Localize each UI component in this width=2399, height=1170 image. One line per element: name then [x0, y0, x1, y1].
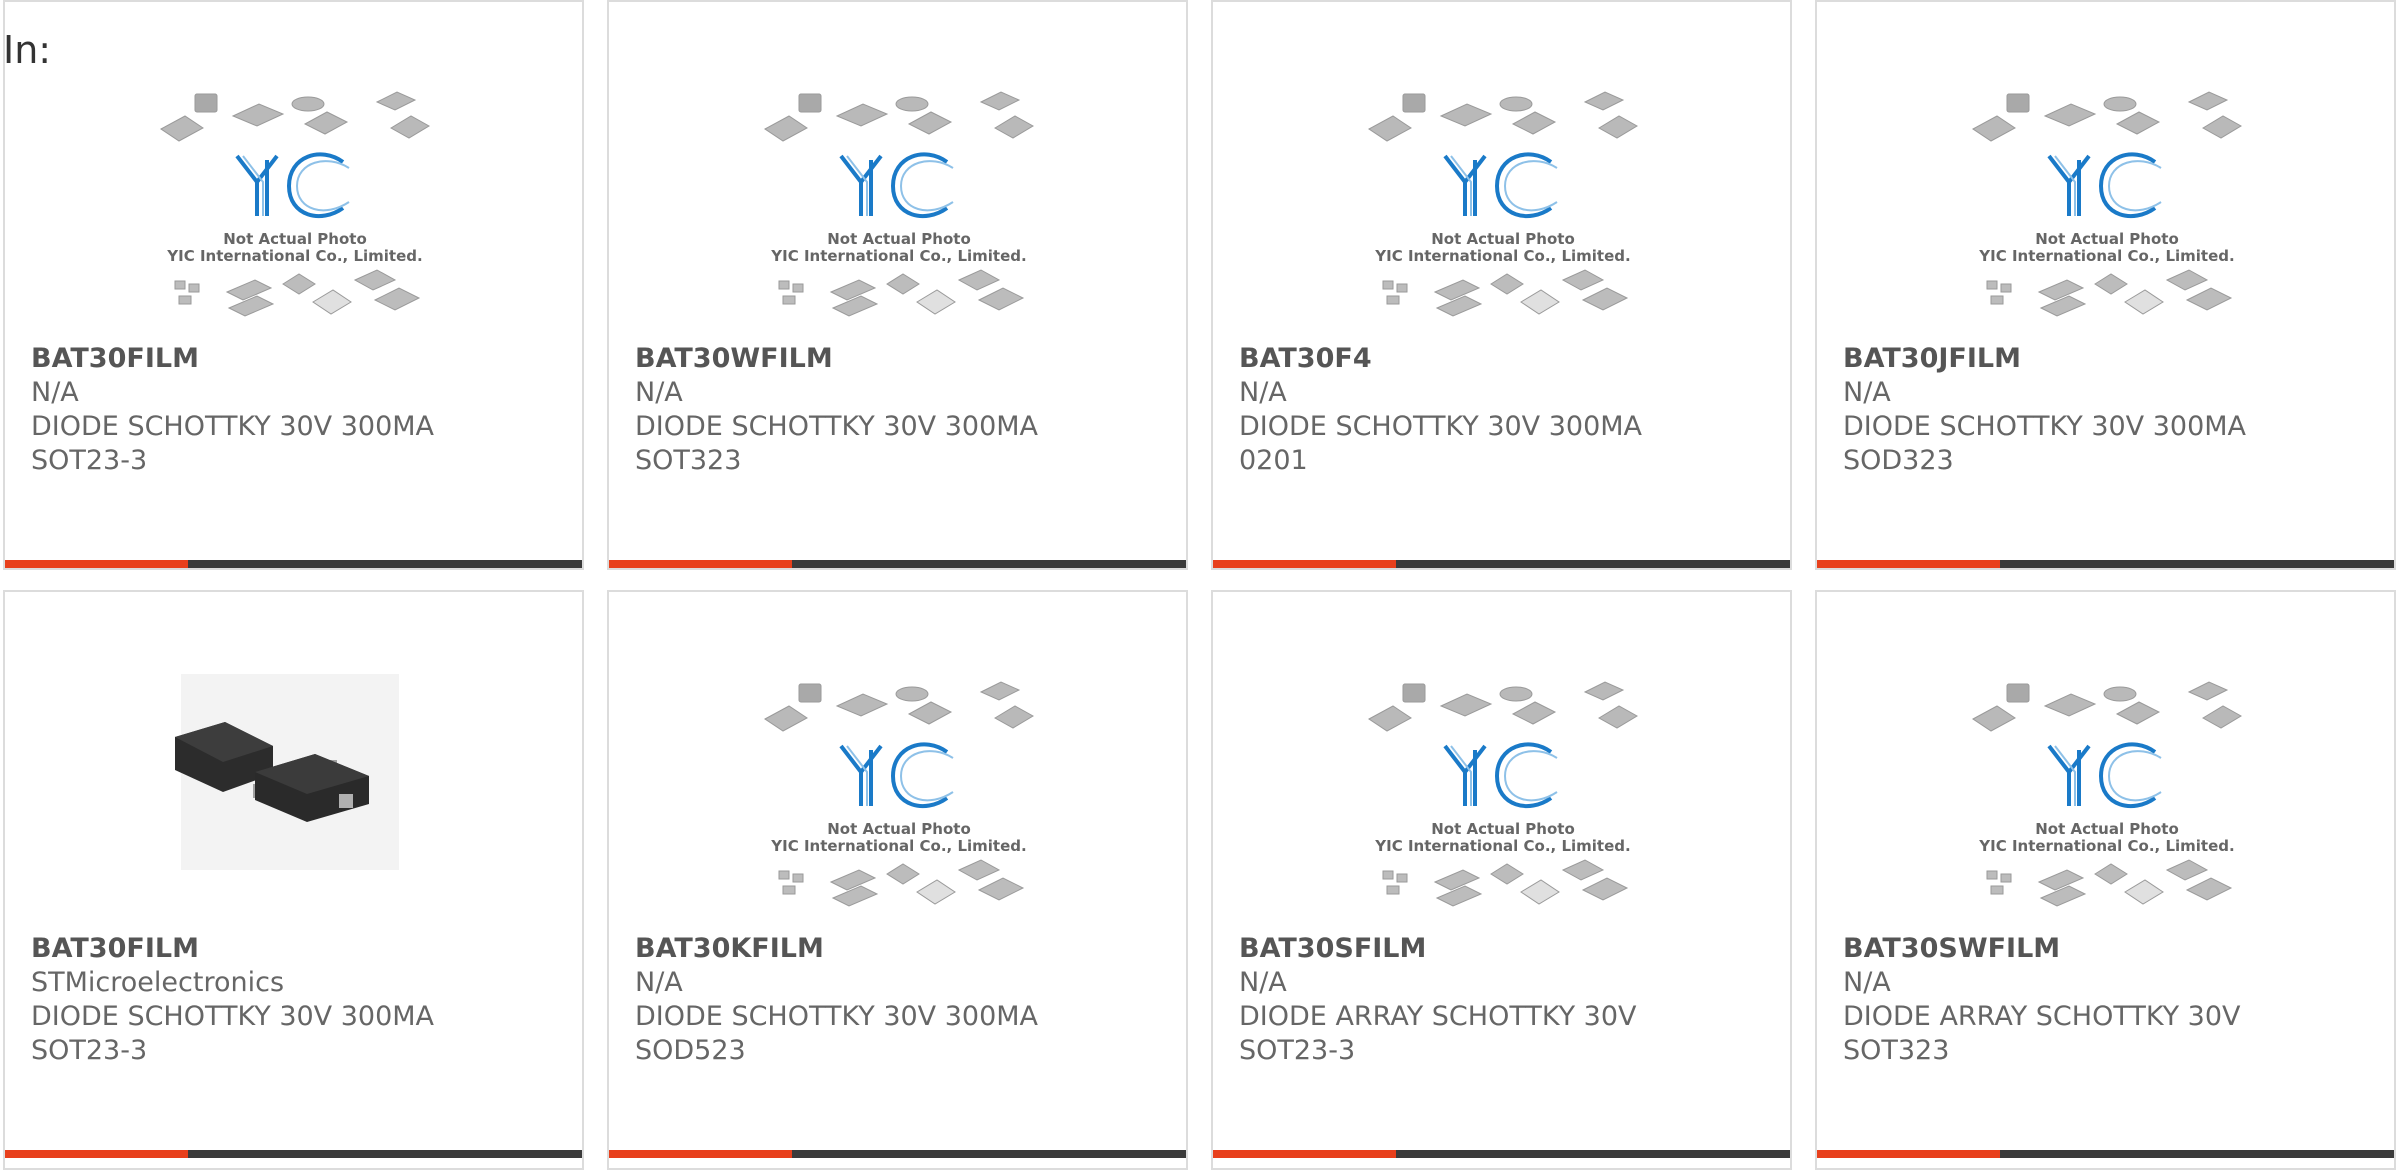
- product-grid: Not Actual Photo YIC International Co., …: [0, 0, 2399, 1170]
- not-actual-photo-placeholder[interactable]: Not Actual Photo YIC International Co., …: [155, 84, 435, 334]
- card-accent-bar: [1213, 1150, 1396, 1158]
- not-actual-photo-placeholder[interactable]: Not Actual Photo YIC International Co., …: [1363, 674, 1643, 924]
- product-card[interactable]: BAT30FILM STMicroelectronics DIODE SCHOTTK…: [3, 590, 584, 1170]
- card-accent-bar: [1817, 1150, 2000, 1158]
- description: DIODE ARRAY SCHOTTKY 30V: [1843, 1001, 2241, 1032]
- card-bottom-bar: [1213, 560, 1790, 568]
- part-number[interactable]: BAT30WFILM: [635, 342, 1176, 376]
- manufacturer: N/A: [31, 377, 79, 408]
- description: DIODE SCHOTTKY 30V 300MA: [31, 411, 435, 442]
- not-actual-photo-placeholder[interactable]: Not Actual Photo YIC International Co., …: [1967, 84, 2247, 334]
- svg-text:Not Actual Photo: Not Actual Photo: [827, 820, 971, 838]
- package: SOT23-3: [1239, 1035, 1356, 1066]
- filter-in-label: In:: [3, 28, 52, 72]
- manufacturer: N/A: [1843, 967, 1891, 998]
- product-info: BAT30SWFILM N/A DIODE ARRAY SCHOTTKY 30V SO…: [1843, 932, 2384, 1068]
- card-accent-bar: [609, 1150, 792, 1158]
- part-number[interactable]: BAT30FILM: [31, 932, 572, 966]
- manufacturer: N/A: [635, 377, 683, 408]
- package: 0201: [1239, 445, 1308, 476]
- svg-text:Not Actual Photo: Not Actual Photo: [1431, 820, 1575, 838]
- description: DIODE SCHOTTKY 30V 300MA: [31, 1001, 435, 1032]
- card-accent-bar: [1817, 560, 2000, 568]
- card-bottom-bar: [1817, 560, 2394, 568]
- manufacturer: N/A: [1239, 377, 1287, 408]
- card-accent-bar: [5, 1150, 188, 1158]
- part-number[interactable]: BAT30SWFILM: [1843, 932, 2384, 966]
- manufacturer: STMicroelectronics: [31, 967, 285, 998]
- svg-text:Not Actual Photo: Not Actual Photo: [2035, 230, 2179, 248]
- package: SOT323: [635, 445, 742, 476]
- product-photo[interactable]: [155, 674, 435, 924]
- product-card[interactable]: Not Actual Photo YIC International Co., …: [1815, 0, 2396, 570]
- part-number[interactable]: BAT30SFILM: [1239, 932, 1780, 966]
- not-actual-photo-placeholder[interactable]: Not Actual Photo YIC International Co., …: [759, 674, 1039, 924]
- package: SOT23-3: [31, 445, 148, 476]
- card-bottom-bar: [5, 560, 582, 568]
- manufacturer: N/A: [1843, 377, 1891, 408]
- manufacturer: N/A: [635, 967, 683, 998]
- card-bottom-bar: [1213, 1150, 1790, 1158]
- card-accent-bar: [5, 560, 188, 568]
- card-bottom-bar: [5, 1150, 582, 1158]
- svg-text:YIC International Co., Limited: YIC International Co., Limited.: [770, 247, 1026, 265]
- svg-text:YIC International Co., Limited: YIC International Co., Limited.: [166, 247, 422, 265]
- card-bottom-bar: [1817, 1150, 2394, 1158]
- product-card[interactable]: Not Actual Photo YIC International Co., …: [607, 590, 1188, 1170]
- svg-text:YIC International Co., Limited: YIC International Co., Limited.: [1374, 837, 1630, 855]
- manufacturer: N/A: [1239, 967, 1287, 998]
- card-bottom-bar: [609, 1150, 1186, 1158]
- card-bottom-bar: [609, 560, 1186, 568]
- card-accent-bar: [1213, 560, 1396, 568]
- package: SOT23-3: [31, 1035, 148, 1066]
- product-card[interactable]: Not Actual Photo YIC International Co., …: [1211, 0, 1792, 570]
- product-info: BAT30FILM N/A DIODE SCHOTTKY 30V 300MA SOT2…: [31, 342, 572, 478]
- description: DIODE SCHOTTKY 30V 300MA: [635, 1001, 1039, 1032]
- product-card[interactable]: Not Actual Photo YIC International Co., …: [3, 0, 584, 570]
- not-actual-photo-placeholder[interactable]: Not Actual Photo YIC International Co., …: [1363, 84, 1643, 334]
- part-number[interactable]: BAT30JFILM: [1843, 342, 2384, 376]
- part-number[interactable]: BAT30KFILM: [635, 932, 1176, 966]
- svg-text:Not Actual Photo: Not Actual Photo: [1431, 230, 1575, 248]
- svg-text:YIC International Co., Limited: YIC International Co., Limited.: [1978, 837, 2234, 855]
- product-info: BAT30SFILM N/A DIODE ARRAY SCHOTTKY 30V SOT…: [1239, 932, 1780, 1068]
- svg-text:YIC International Co., Limited: YIC International Co., Limited.: [1978, 247, 2234, 265]
- product-info: BAT30JFILM N/A DIODE SCHOTTKY 30V 300MA SOD…: [1843, 342, 2384, 478]
- svg-text:YIC International Co., Limited: YIC International Co., Limited.: [770, 837, 1026, 855]
- product-info: BAT30FILM STMicroelectronics DIODE SCHOTTK…: [31, 932, 572, 1068]
- product-card[interactable]: Not Actual Photo YIC International Co., …: [607, 0, 1188, 570]
- card-accent-bar: [609, 560, 792, 568]
- description: DIODE ARRAY SCHOTTKY 30V: [1239, 1001, 1637, 1032]
- product-info: BAT30F4 N/A DIODE SCHOTTKY 30V 300MA 0201: [1239, 342, 1780, 478]
- description: DIODE SCHOTTKY 30V 300MA: [1239, 411, 1643, 442]
- not-actual-photo-placeholder[interactable]: Not Actual Photo YIC International Co., …: [1967, 674, 2247, 924]
- product-info: BAT30WFILM N/A DIODE SCHOTTKY 30V 300MA SOT…: [635, 342, 1176, 478]
- svg-text:Not Actual Photo: Not Actual Photo: [2035, 820, 2179, 838]
- part-number[interactable]: BAT30FILM: [31, 342, 572, 376]
- svg-text:Not Actual Photo: Not Actual Photo: [223, 230, 367, 248]
- svg-text:YIC International Co., Limited: YIC International Co., Limited.: [1374, 247, 1630, 265]
- product-card[interactable]: Not Actual Photo YIC International Co., …: [1815, 590, 2396, 1170]
- description: DIODE SCHOTTKY 30V 300MA: [635, 411, 1039, 442]
- product-card[interactable]: Not Actual Photo YIC International Co., …: [1211, 590, 1792, 1170]
- svg-text:Not Actual Photo: Not Actual Photo: [827, 230, 971, 248]
- part-number[interactable]: BAT30F4: [1239, 342, 1780, 376]
- not-actual-photo-placeholder[interactable]: Not Actual Photo YIC International Co., …: [759, 84, 1039, 334]
- package: SOD323: [1843, 445, 1954, 476]
- product-info: BAT30KFILM N/A DIODE SCHOTTKY 30V 300MA SOD…: [635, 932, 1176, 1068]
- package: SOD523: [635, 1035, 746, 1066]
- package: SOT323: [1843, 1035, 1950, 1066]
- description: DIODE SCHOTTKY 30V 300MA: [1843, 411, 2247, 442]
